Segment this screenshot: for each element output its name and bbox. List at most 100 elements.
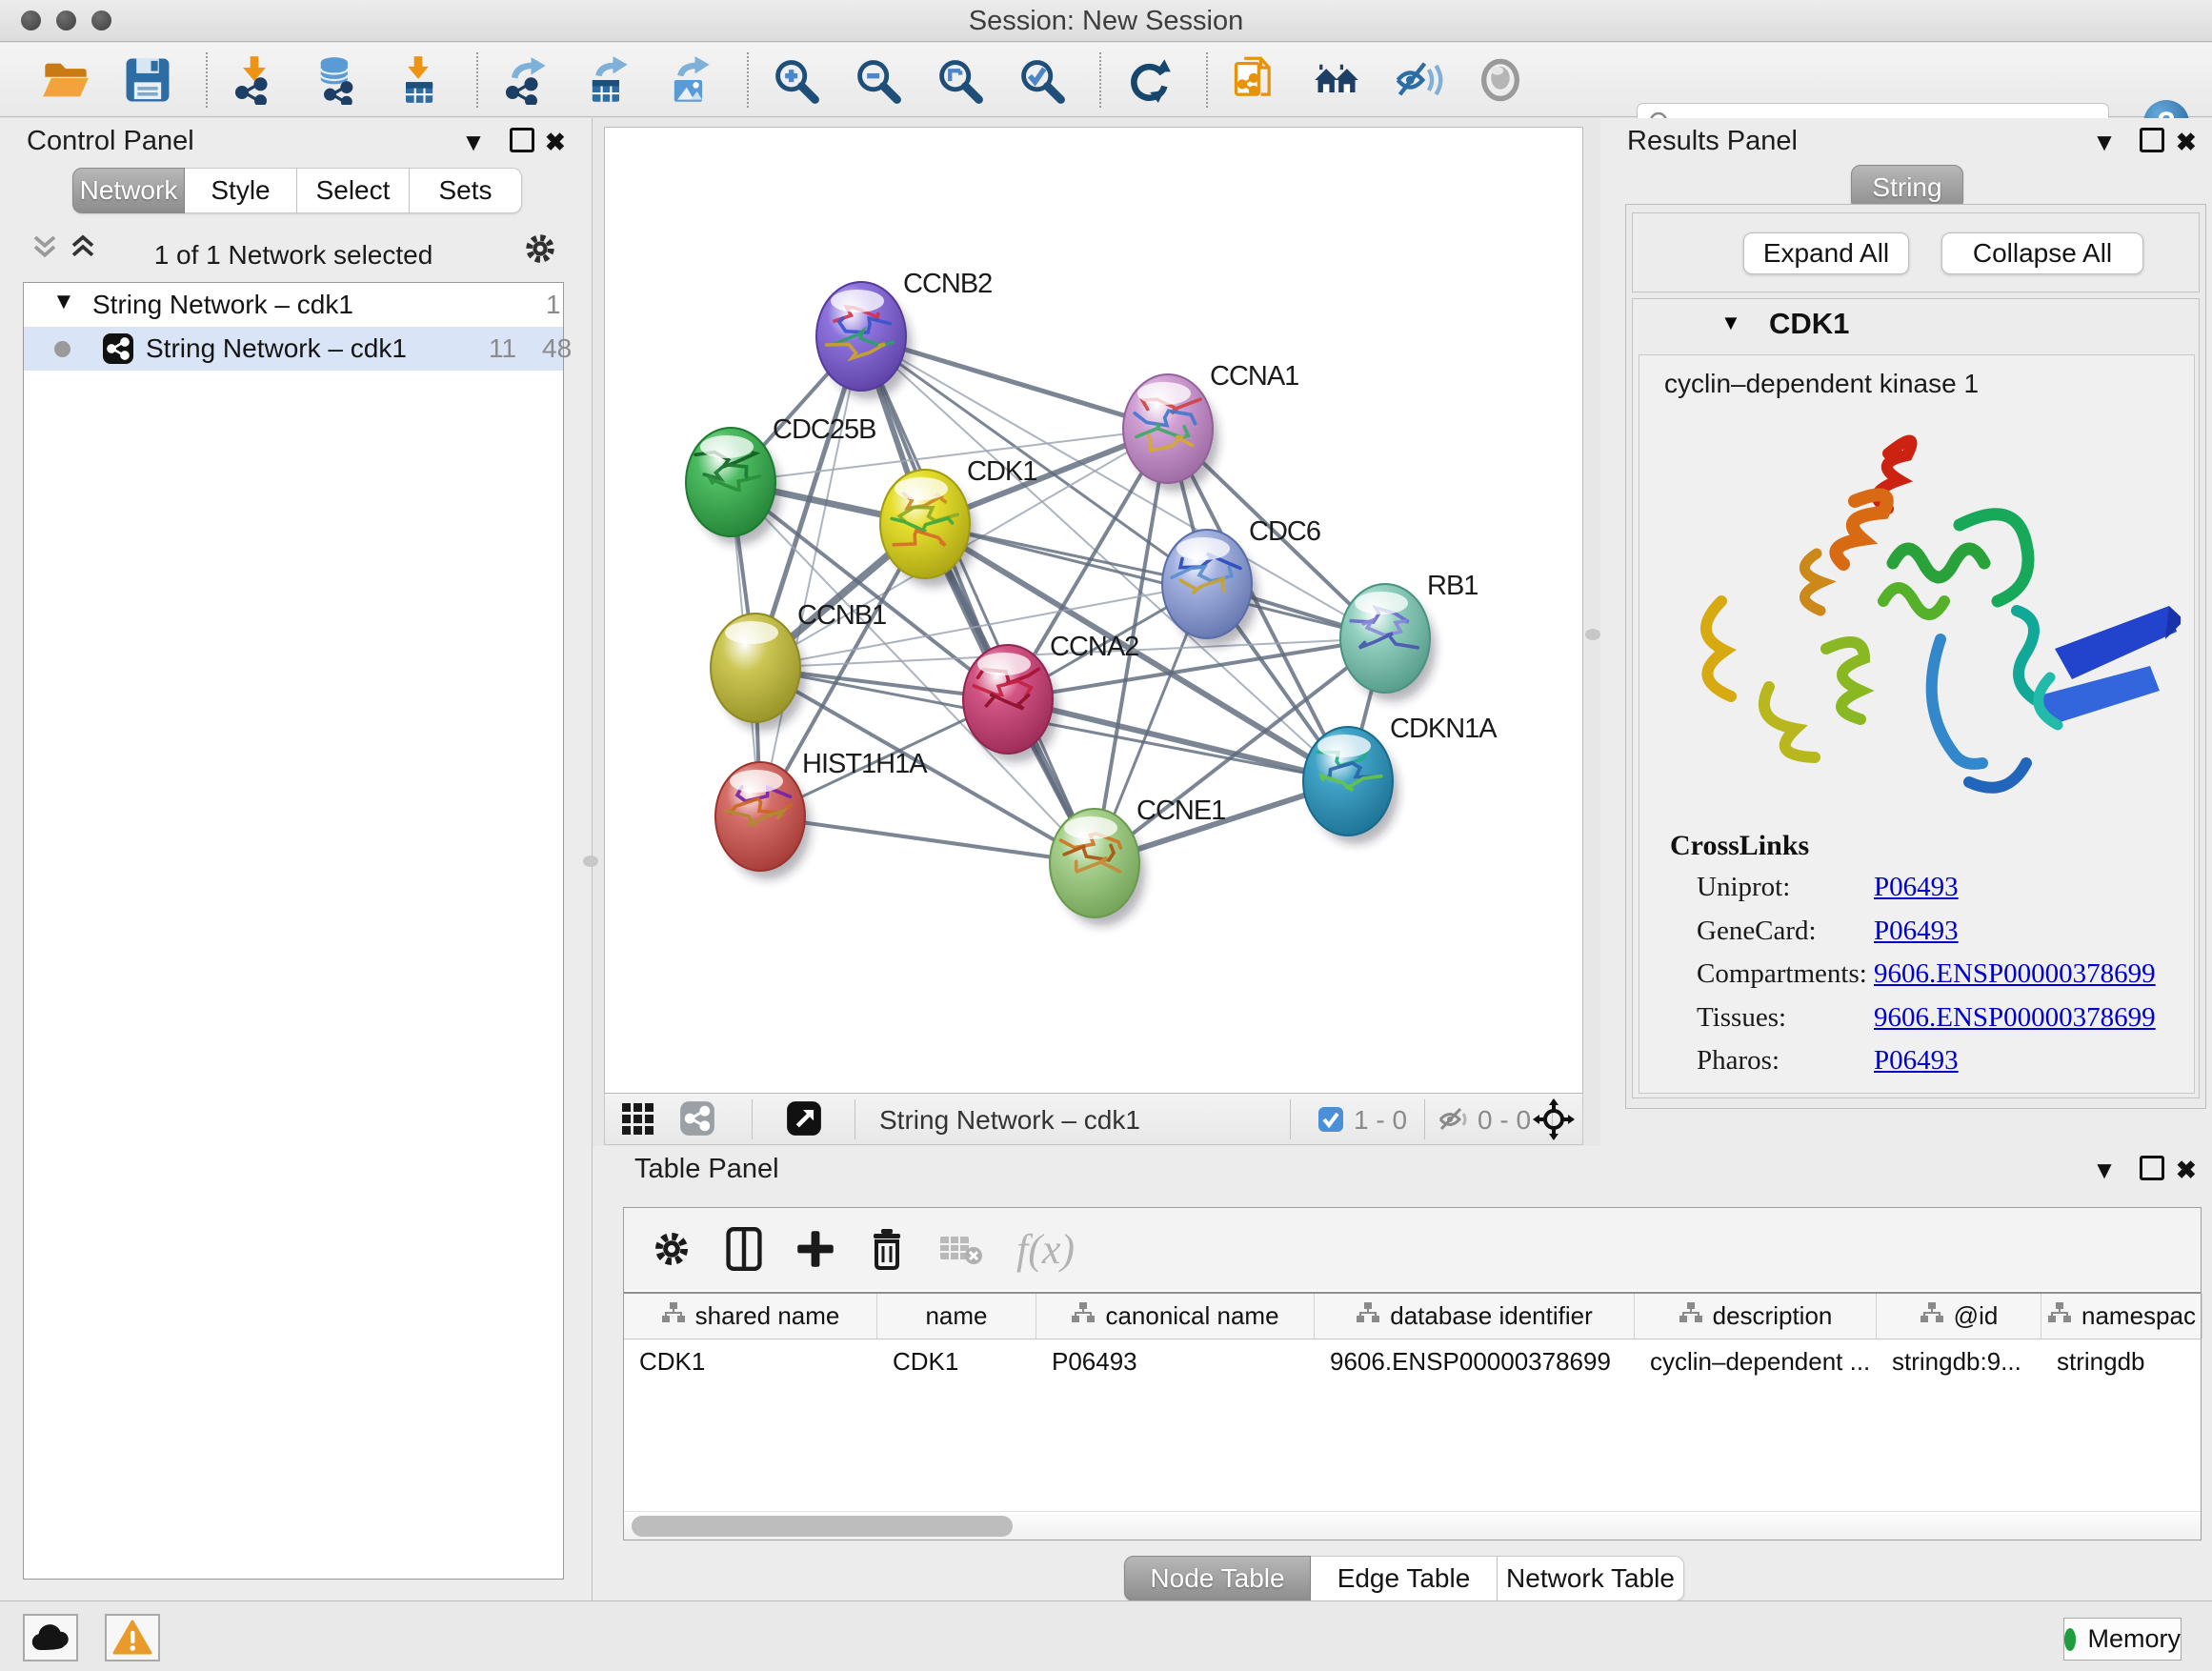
control-panel: Control Panel ▼ ✖ NetworkStyleSelectSets… (0, 118, 593, 1601)
column-header-shared-name[interactable]: shared name (624, 1294, 877, 1339)
collapse-caret-icon[interactable]: ▼ (52, 289, 75, 315)
column-type-icon (661, 1301, 686, 1331)
table-cell[interactable]: 9606.ENSP00000378699 (1315, 1340, 1635, 1382)
table-cell[interactable]: cyclin–dependent ... (1635, 1340, 1877, 1382)
network-node-CDC6[interactable] (1162, 530, 1257, 647)
export-network-button[interactable] (495, 50, 554, 111)
home-network-button[interactable] (1307, 50, 1366, 111)
network-node-RB1[interactable] (1340, 584, 1436, 701)
crosslink-link[interactable]: 9606.ENSP00000378699 (1874, 1002, 2156, 1034)
horizontal-scrollbar[interactable] (624, 1511, 2201, 1540)
tab-network[interactable]: Network (72, 168, 185, 213)
open-session-button[interactable] (36, 50, 95, 111)
gear-icon[interactable] (651, 1228, 693, 1270)
memory-status-dot-icon (2064, 1628, 2076, 1651)
panel-menu-icon[interactable]: ▼ (459, 128, 488, 156)
table-cell[interactable]: P06493 (1036, 1340, 1315, 1382)
warning-icon[interactable] (105, 1614, 160, 1661)
expand-all-button[interactable]: Expand All (1743, 232, 1909, 274)
delete-table-icon[interactable] (938, 1231, 984, 1267)
cloud-status-icon[interactable] (23, 1614, 78, 1661)
network-node-CCNB1[interactable] (711, 614, 806, 731)
column-header-database-identifier[interactable]: database identifier (1315, 1294, 1635, 1339)
hidden-eye-icon[interactable] (1438, 1106, 1470, 1133)
column-header-@id[interactable]: @id (1877, 1294, 2041, 1339)
import-network-button[interactable] (225, 50, 284, 111)
panel-float-icon[interactable] (510, 128, 534, 152)
gear-icon[interactable] (522, 231, 558, 272)
function-builder-icon[interactable]: f(x) (1016, 1225, 1075, 1274)
column-header-canonical-name[interactable]: canonical name (1036, 1294, 1315, 1339)
save-session-button[interactable] (118, 50, 177, 111)
table-cell[interactable]: CDK1 (877, 1340, 1036, 1382)
crosslink-link[interactable]: P06493 (1874, 916, 1959, 947)
crosslink-link[interactable]: 9606.ENSP00000378699 (1874, 958, 2156, 990)
scrollbar-thumb[interactable] (632, 1516, 1013, 1537)
network-node-CDK1[interactable] (880, 470, 975, 587)
string-view-icon[interactable] (679, 1100, 715, 1139)
panel-menu-icon[interactable]: ▼ (2090, 1156, 2119, 1184)
export-table-button[interactable] (577, 50, 636, 111)
panel-close-icon[interactable]: ✖ (545, 128, 566, 156)
collapse-caret-icon[interactable]: ▼ (1720, 311, 1741, 335)
import-database-button[interactable] (307, 50, 366, 111)
columns-icon[interactable] (725, 1227, 763, 1271)
crosslink-link[interactable]: P06493 (1874, 872, 1959, 903)
tree-row-network[interactable]: String Network – cdk1 11 48 (24, 327, 563, 371)
network-node-CDC25B[interactable] (686, 428, 781, 545)
hide-graphics-icon[interactable] (1389, 50, 1448, 111)
zoom-in-button[interactable] (766, 50, 825, 111)
import-file-network-button[interactable] (1225, 50, 1284, 111)
column-header-namespac[interactable]: namespac (2041, 1294, 2202, 1339)
export-image-button[interactable] (659, 50, 718, 111)
grid-view-icon[interactable] (620, 1101, 654, 1138)
tab-style[interactable]: Style (185, 168, 297, 213)
tab-node-table[interactable]: Node Table (1124, 1556, 1311, 1601)
table-cell[interactable]: stringdb (2041, 1340, 2202, 1382)
add-icon[interactable] (795, 1229, 835, 1269)
network-node-CCNA2[interactable] (963, 645, 1058, 762)
import-table-button[interactable] (389, 50, 448, 111)
tab-sets[interactable]: Sets (410, 168, 522, 213)
network-edge-CCNB2-CCNE1[interactable] (861, 336, 1095, 863)
splitter-handle[interactable] (1585, 629, 1600, 640)
column-label: database identifier (1390, 1301, 1592, 1331)
tab-network-table[interactable]: Network Table (1498, 1556, 1684, 1601)
tab-edge-table[interactable]: Edge Table (1311, 1556, 1498, 1601)
panel-close-icon[interactable]: ✖ (2176, 128, 2197, 156)
network-node-CDKN1A[interactable] (1303, 727, 1398, 844)
zoom-out-button[interactable] (848, 50, 907, 111)
collapse-all-button[interactable]: Collapse All (1941, 232, 2143, 274)
table-cell[interactable]: CDK1 (624, 1340, 877, 1382)
tab-select[interactable]: Select (297, 168, 410, 213)
panel-float-icon[interactable] (2140, 1156, 2164, 1180)
trash-icon[interactable] (868, 1227, 906, 1271)
table-cell[interactable]: stringdb:9... (1877, 1340, 2041, 1382)
refresh-button[interactable] (1118, 50, 1177, 111)
zoom-fit-button[interactable] (930, 50, 989, 111)
memory-button[interactable]: Memory (2063, 1618, 2182, 1661)
network-node-HIST1H1A[interactable] (715, 762, 811, 879)
network-canvas[interactable]: CCNB2CCNA1CDC25BCDK1CDC6RB1CCNB1CCNA2CDK… (604, 127, 1583, 1094)
splitter-handle[interactable] (583, 856, 598, 867)
network-edge-CCNB2-HIST1H1A[interactable] (760, 336, 861, 816)
node-label-CCNA2: CCNA2 (1050, 632, 1138, 662)
column-header-description[interactable]: description (1635, 1294, 1877, 1339)
pan-move-icon[interactable] (1533, 1098, 1575, 1140)
network-node-CCNA1[interactable] (1123, 374, 1218, 492)
selected-checkbox-icon[interactable] (1317, 1106, 1344, 1133)
network-node-CCNB2[interactable] (816, 282, 912, 399)
network-node-CCNE1[interactable] (1050, 809, 1145, 926)
table-row[interactable]: CDK1CDK1P064939606.ENSP00000378699cyclin… (624, 1340, 2201, 1382)
panel-menu-icon[interactable]: ▼ (2090, 128, 2119, 156)
panel-float-icon[interactable] (2140, 128, 2164, 152)
tree-row-collection[interactable]: ▼ String Network – cdk1 1 (24, 283, 563, 327)
column-label: @id (1954, 1301, 1999, 1331)
panel-close-icon[interactable]: ✖ (2176, 1156, 2197, 1184)
crosslink-link[interactable]: P06493 (1874, 1045, 1959, 1077)
column-label: namespac (2081, 1301, 2196, 1331)
zoom-selected-button[interactable] (1012, 50, 1071, 111)
birds-eye-view-icon[interactable] (786, 1100, 822, 1139)
show-graphics-icon[interactable] (1471, 50, 1530, 111)
column-header-name[interactable]: name (877, 1294, 1036, 1339)
